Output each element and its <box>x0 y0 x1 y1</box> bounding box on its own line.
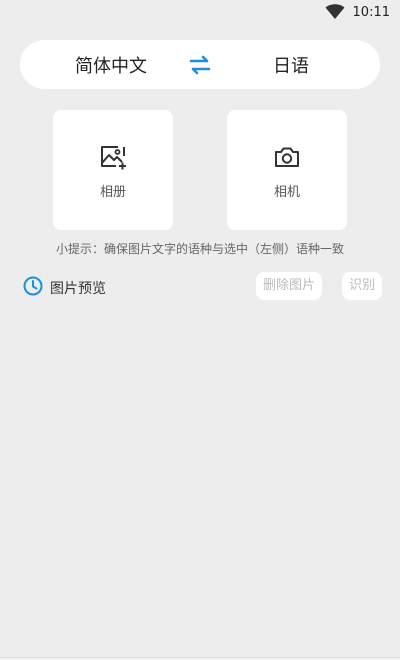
source-language-selector[interactable]: 简体中文 <box>75 52 147 78</box>
language-bar: 简体中文 日语 <box>20 40 380 89</box>
swap-arrows-icon[interactable] <box>188 54 212 76</box>
wifi-icon <box>325 4 345 19</box>
camera-icon <box>275 147 299 167</box>
camera-label: 相机 <box>273 185 300 200</box>
camera-button[interactable]: 相机 <box>227 110 347 230</box>
preview-title: 图片预览 <box>50 281 106 297</box>
recognize-button[interactable]: 识别 <box>342 272 382 300</box>
delete-image-button[interactable]: 删除图片 <box>256 272 322 300</box>
divider <box>0 657 400 658</box>
status-bar: 10:11 <box>0 0 400 24</box>
album-button[interactable]: 相册 <box>53 110 173 230</box>
status-time: 10:11 <box>352 4 390 20</box>
preview-header: 图片预览 删除图片 识别 <box>22 272 382 302</box>
image-add-icon <box>101 146 126 170</box>
target-language-selector[interactable]: 日语 <box>273 52 309 78</box>
tip-text: 小提示：确保图片文字的语种与选中（左侧）语种一致 <box>55 242 344 256</box>
clock-icon <box>23 276 43 296</box>
album-label: 相册 <box>99 185 126 200</box>
